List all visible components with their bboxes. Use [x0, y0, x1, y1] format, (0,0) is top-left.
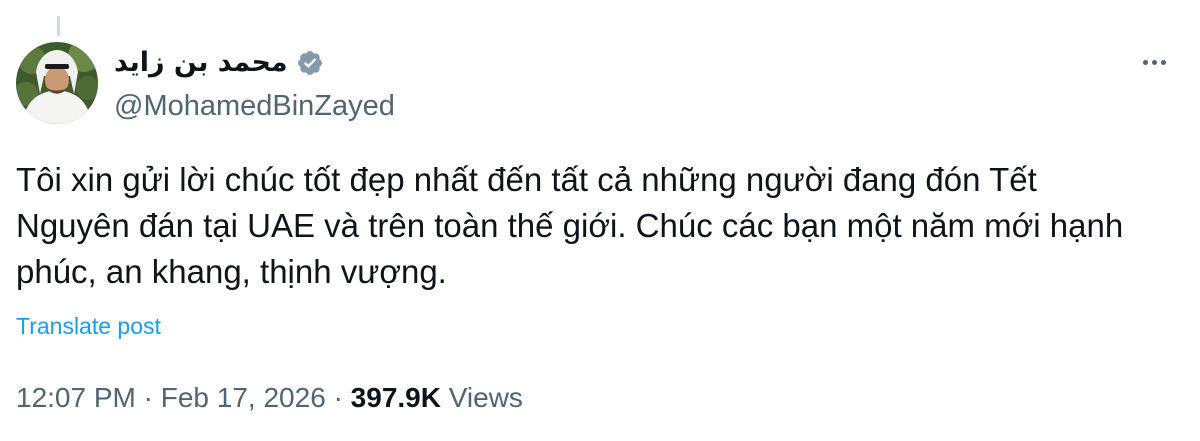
post-date[interactable]: Feb 17, 2026	[161, 382, 326, 413]
more-horizontal-icon-dot	[1151, 59, 1157, 65]
post-text: Tôi xin gửi lời chúc tốt đẹp nhất đến tấ…	[16, 161, 1124, 290]
author-name-row: محمد بن زايد	[114, 44, 395, 82]
author-display-name[interactable]: محمد بن زايد	[114, 44, 288, 82]
meta-separator: ·	[333, 382, 343, 413]
author-handle[interactable]: @MohamedBinZayed	[114, 88, 395, 124]
author-info: محمد بن زايد @MohamedBinZayed	[114, 44, 395, 124]
more-horizontal-icon-dot	[1160, 59, 1166, 65]
thread-connector-line	[57, 16, 60, 36]
post-time[interactable]: 12:07 PM	[16, 382, 136, 413]
avatar[interactable]	[16, 42, 98, 124]
views-count[interactable]: 397.9K	[351, 382, 441, 413]
more-options-button[interactable]	[1134, 46, 1174, 78]
views-label[interactable]: Views	[449, 382, 523, 413]
meta-separator: ·	[143, 382, 153, 413]
verified-badge-icon[interactable]	[296, 49, 324, 77]
avatar-image	[16, 42, 98, 124]
post-metadata: 12:07 PM · Feb 17, 2026 · 397.9K Views	[16, 378, 523, 418]
translate-post-link[interactable]: Translate post	[16, 310, 161, 342]
more-horizontal-icon	[1142, 59, 1148, 65]
